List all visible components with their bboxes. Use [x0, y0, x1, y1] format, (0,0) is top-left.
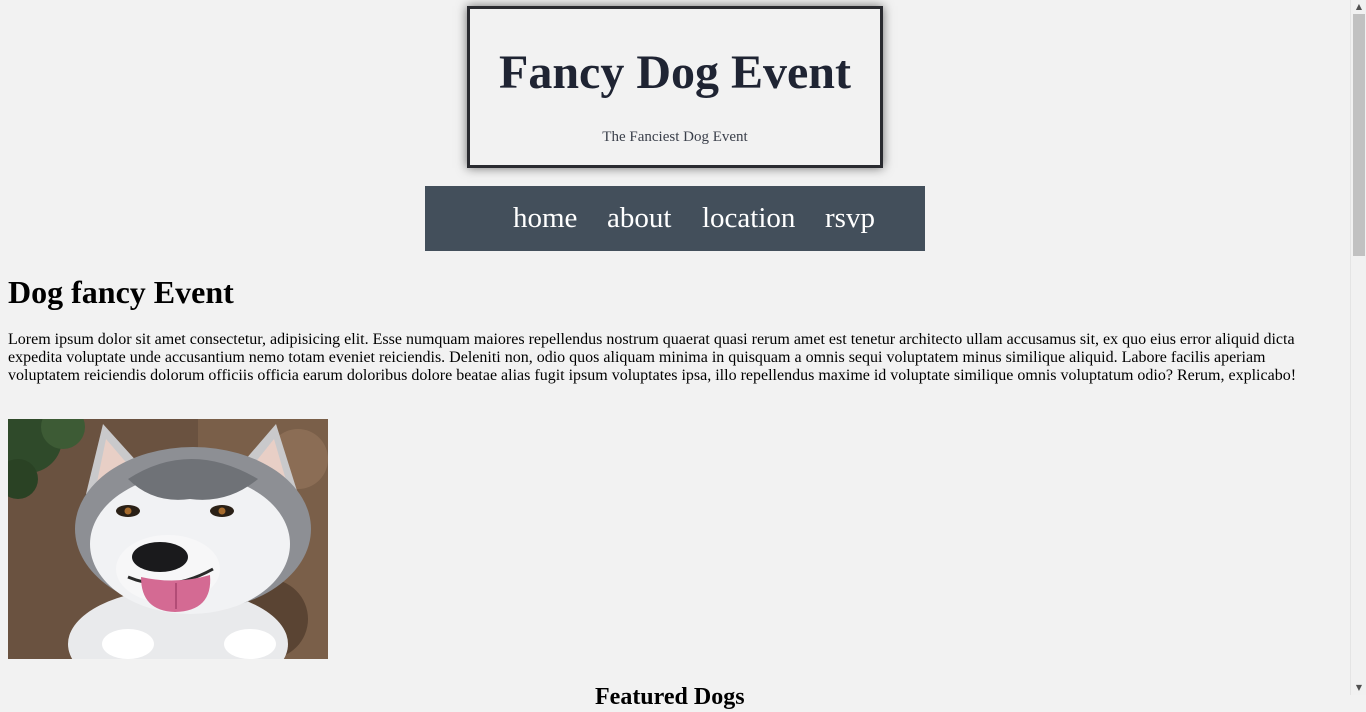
main-nav: home about location rsvp — [425, 186, 925, 251]
site-header: Fancy Dog Event The Fanciest Dog Event — [467, 6, 883, 168]
scroll-down-arrow-icon[interactable]: ▼ — [1351, 681, 1366, 695]
section-heading: Dog fancy Event — [8, 274, 234, 310]
nav-link-location[interactable]: location — [702, 200, 795, 236]
nav-link-rsvp[interactable]: rsvp — [825, 200, 875, 236]
nav-link-home[interactable]: home — [513, 200, 577, 236]
vertical-scrollbar[interactable]: ▲ ▼ — [1350, 0, 1366, 695]
scroll-up-arrow-icon[interactable]: ▲ — [1351, 0, 1366, 14]
site-subtitle: The Fanciest Dog Event — [602, 129, 748, 145]
intro-paragraph: Lorem ipsum dolor sit amet consectetur, … — [8, 331, 1297, 384]
husky-photo — [8, 419, 328, 659]
site-title: Fancy Dog Event — [499, 46, 851, 99]
page: Fancy Dog Event The Fanciest Dog Event h… — [0, 0, 1350, 710]
nav-link-about[interactable]: about — [607, 200, 671, 236]
featured-heading: Featured Dogs — [595, 684, 745, 710]
scrollbar-thumb[interactable] — [1353, 14, 1365, 256]
